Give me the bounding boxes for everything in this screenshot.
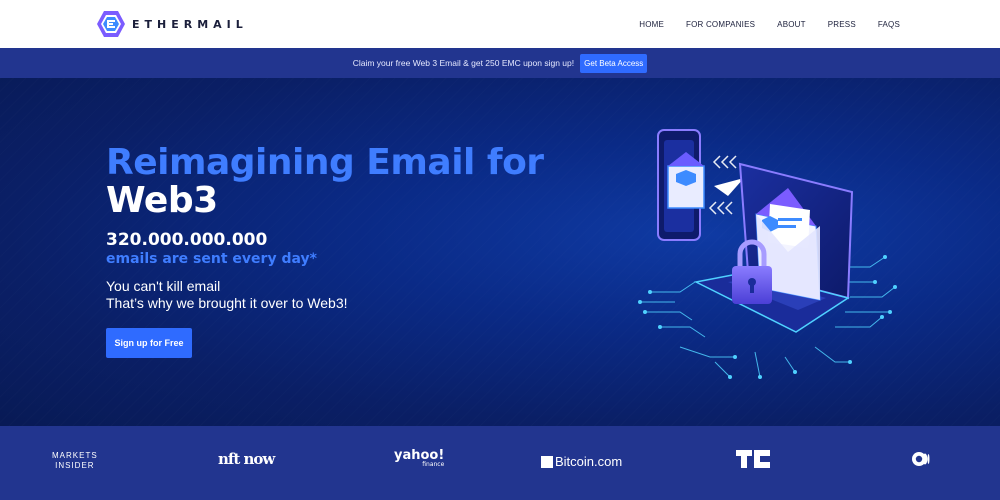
medium-logo[interactable]: [912, 452, 930, 466]
markets-insider-line-2: INSIDER: [55, 461, 95, 470]
brand-logo[interactable]: ETHERMAIL: [96, 10, 248, 38]
bitcoin-com-text: Bitcoin.com: [555, 454, 623, 469]
nav-faqs[interactable]: FAQS: [878, 20, 900, 29]
nav-press[interactable]: PRESS: [828, 20, 856, 29]
markets-insider-line-1: MARKETS: [52, 451, 98, 460]
ethermail-logo-icon: [97, 11, 125, 37]
hero-title-line-2: Web3: [106, 180, 218, 221]
sign-up-button[interactable]: Sign up for Free: [106, 328, 192, 358]
main-nav: HOME FOR COMPANIES ABOUT PRESS FAQS: [639, 20, 900, 29]
get-beta-access-button[interactable]: Get Beta Access: [580, 53, 648, 73]
nav-home[interactable]: HOME: [639, 20, 664, 29]
nft-now-logo[interactable]: nft now: [218, 450, 275, 468]
press-logos-strip: MARKETS INSIDER nft now yahoo! finance B…: [0, 426, 1000, 500]
bitcoin-com-logo[interactable]: Bitcoin.com: [541, 454, 622, 469]
announcement-text: Claim your free Web 3 Email & get 250 EM…: [352, 58, 575, 68]
web3-email-illustration: [638, 129, 897, 379]
announcement-bar: Claim your free Web 3 Email & get 250 EM…: [0, 48, 1000, 78]
bitcoin-com-icon: [541, 455, 553, 468]
hero-section: Reimagining Email for Web3 320.000.000.0…: [0, 78, 1000, 426]
site-header: ETHERMAIL HOME FOR COMPANIES ABOUT PRESS…: [0, 0, 1000, 48]
hero-title-line-1: Reimagining Email for: [106, 142, 544, 183]
techcrunch-logo[interactable]: [736, 450, 770, 468]
hero-subtitle-line-1: You can't kill email: [106, 278, 221, 294]
nav-about[interactable]: ABOUT: [777, 20, 806, 29]
markets-insider-logo[interactable]: MARKETS INSIDER: [52, 451, 98, 471]
email-stat-caption: emails are sent every day*: [106, 251, 317, 267]
email-stat-number: 320.000.000.000: [106, 230, 268, 250]
hero-subtitle-line-2: That’s why we brought it over to Web3!: [106, 295, 348, 311]
nav-for-companies[interactable]: FOR COMPANIES: [686, 20, 755, 29]
yahoo-finance-logo[interactable]: yahoo! finance: [394, 449, 444, 469]
brand-name: ETHERMAIL: [132, 17, 248, 31]
